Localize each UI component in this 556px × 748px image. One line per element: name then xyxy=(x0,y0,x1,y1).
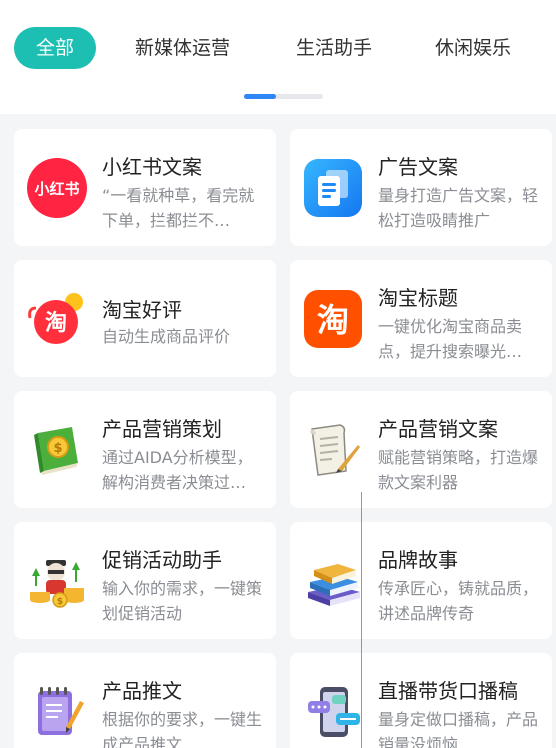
tab-leisure[interactable]: 休闲娱乐 xyxy=(435,27,511,69)
tab-new-media[interactable]: 新媒体运营 xyxy=(135,27,230,69)
card-description: 一键优化淘宝商品卖点，提升搜索曝光… xyxy=(378,317,523,361)
phone-chat-icon xyxy=(302,681,364,743)
tab-life-assistant[interactable]: 生活助手 xyxy=(296,27,372,69)
card-livestream-script[interactable]: 直播带货口播稿 量身定做口播稿，产品销量没烦恼 xyxy=(290,653,552,748)
taobao-logo-icon: 淘 xyxy=(302,288,364,350)
card-brand-story[interactable]: 品牌故事 传承匠心，铸就品质，讲述品牌传奇 xyxy=(290,522,552,639)
card-taobao-title[interactable]: 淘 淘宝标题 一键优化淘宝商品卖点，提升搜索曝光… xyxy=(290,260,552,377)
card-title: 淘宝好评 xyxy=(102,298,182,322)
card-title: 产品推文 xyxy=(102,679,182,703)
card-title: 广告文案 xyxy=(378,155,458,179)
svg-text:$: $ xyxy=(53,441,62,456)
card-description: 根据你的要求，一键生成产品推文 xyxy=(102,710,263,748)
tab-all[interactable]: 全部 xyxy=(14,27,97,69)
card-title: 品牌故事 xyxy=(378,548,458,572)
overlay-guide-line xyxy=(361,492,362,748)
card-xiaohongshu-copy[interactable]: 小红书 小红书文案 “一看就种草，看完就下单，拦都拦不… xyxy=(14,129,276,246)
scroll-indicator-fill xyxy=(244,94,276,99)
card-description: 量身定做口播稿，产品销量没烦恼 xyxy=(378,710,539,748)
card-description: 通过AIDA分析模型，解构消费者决策过… xyxy=(102,448,253,492)
xiaohongshu-logo-icon: 小红书 xyxy=(26,157,88,219)
document-copy-icon xyxy=(302,157,364,219)
card-title: 促销活动助手 xyxy=(102,548,222,572)
svg-text:小红书: 小红书 xyxy=(34,180,79,198)
card-description: 输入你的需求，一键策划促销活动 xyxy=(102,579,263,623)
money-book-icon: $ xyxy=(26,419,88,481)
card-title: 直播带货口播稿 xyxy=(378,679,518,703)
card-ad-copy[interactable]: 广告文案 量身打造广告文案，轻松打造吸睛推广 xyxy=(290,129,552,246)
card-description: 传承匠心，铸就品质，讲述品牌传奇 xyxy=(378,579,539,623)
scroll-indicator xyxy=(244,94,323,99)
taobao-review-icon: 淘 xyxy=(26,288,88,350)
card-promotion-assistant[interactable]: $ 促销活动助手 输入你的需求，一键策划促销活动 xyxy=(14,522,276,639)
card-description: 自动生成商品评价 xyxy=(102,327,231,346)
scroll-quill-icon xyxy=(302,419,364,481)
svg-text:$: $ xyxy=(57,597,63,607)
category-tab-bar: 全部 新媒体运营 生活助手 休闲娱乐 xyxy=(0,0,556,114)
card-product-marketing-copy[interactable]: 产品营销文案 赋能营销策略，打造爆款文案利器 xyxy=(290,391,552,508)
card-title: 淘宝标题 xyxy=(378,286,458,310)
card-title: 产品营销文案 xyxy=(378,417,498,441)
card-product-post[interactable]: 产品推文 根据你的要求，一键生成产品推文 xyxy=(14,653,276,748)
card-description: 量身打造广告文案，轻松打造吸睛推广 xyxy=(378,186,539,230)
card-title: 产品营销策划 xyxy=(102,417,222,441)
book-stack-icon xyxy=(302,550,364,612)
card-product-marketing-plan[interactable]: $ 产品营销策划 通过AIDA分析模型，解构消费者决策过… xyxy=(14,391,276,508)
card-taobao-review[interactable]: 淘 淘宝好评 自动生成商品评价 xyxy=(14,260,276,377)
svg-text:淘: 淘 xyxy=(317,301,349,339)
card-description: 赋能营销策略，打造爆款文案利器 xyxy=(378,448,539,492)
notebook-pen-icon xyxy=(26,681,88,743)
svg-text:淘: 淘 xyxy=(45,310,67,336)
card-description: “一看就种草，看完就下单，拦都拦不… xyxy=(102,186,255,230)
card-title: 小红书文案 xyxy=(102,155,202,179)
promotion-coins-icon: $ xyxy=(26,550,88,612)
